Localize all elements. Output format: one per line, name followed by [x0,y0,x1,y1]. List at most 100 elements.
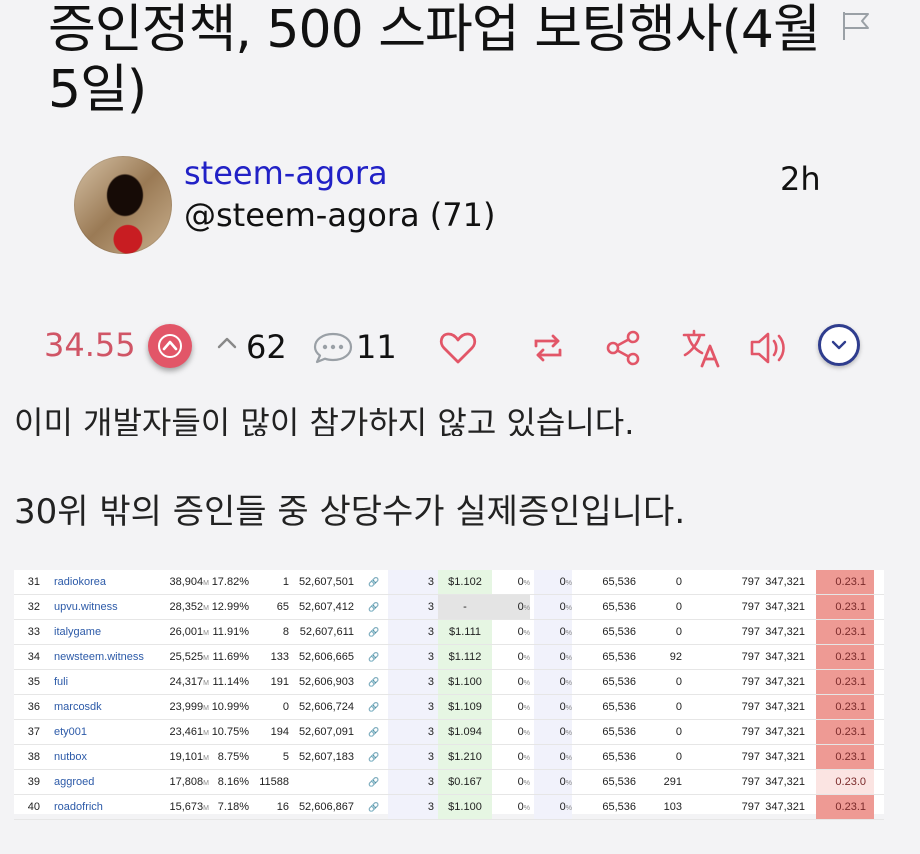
speaker-icon[interactable] [748,326,792,370]
link-icon[interactable]: 🔗 [366,770,382,794]
caret-up-icon[interactable] [214,330,240,356]
link-icon[interactable]: 🔗 [366,720,382,744]
comments-count[interactable]: 11 [356,328,397,366]
flag-icon[interactable] [838,8,874,44]
price-feed-cell: $1.210 [438,745,492,769]
vote-percent-cell: 10.75% [211,726,249,738]
votes-cell: 23,999M [169,701,210,713]
count-cell: 797 [741,701,760,713]
witness-name-link[interactable]: marcosdk [54,695,102,719]
version-count-cell: 3 [427,576,434,588]
vote-percent-cell: 7.18% [217,801,249,813]
percent-cell: 0% [534,795,572,819]
percent-cell: 0% [517,651,530,663]
block-size-cell: 65,536 [602,701,636,713]
translate-icon[interactable] [680,326,724,370]
version-count-cell: 3 [427,651,434,663]
author-name-link[interactable]: steem-agora [184,154,388,192]
link-icon[interactable]: 🔗 [366,795,382,819]
percent-cell: 0% [517,751,530,763]
price-feed-cell: $1.112 [438,645,492,669]
body-paragraph: 30위 밖의 증인들 중 상당수가 실제증인입니다. [14,492,686,532]
witness-name-link[interactable]: upvu.witness [54,595,118,619]
percent-cell: 0% [517,701,530,713]
chevron-down-icon [831,340,847,350]
last-block-cell: 52,607,501 [298,576,354,588]
share-icon[interactable] [602,326,646,370]
count-cell: 92 [669,651,682,663]
heart-icon[interactable] [436,326,480,370]
count-cell: 797 [741,576,760,588]
witness-name-link[interactable]: aggroed [54,770,94,794]
table-row: 33 italygame 26,001M 11.91% 8 52,607,611 🔗 3 $1.… [14,620,884,645]
last-block-cell: 52,607,091 [298,726,354,738]
percent-cell: 0% [534,745,572,769]
expand-button[interactable] [818,324,860,366]
price-feed-cell: $0.167 [438,770,492,794]
witness-name-link[interactable]: italygame [54,620,101,644]
count-cell: 347,321 [765,751,805,763]
link-icon[interactable]: 🔗 [366,620,382,644]
count-cell: 347,321 [765,601,805,613]
upvote-icon [158,334,182,358]
percent-cell: 0% [517,626,530,638]
block-size-cell: 65,536 [602,751,636,763]
post-time: 2h [780,160,821,198]
count-cell: 0 [675,576,682,588]
votes-count[interactable]: 62 [246,328,287,366]
link-icon[interactable]: 🔗 [366,670,382,694]
vote-percent-cell: 8.75% [217,751,249,763]
version-count-cell: 3 [427,726,434,738]
action-bar: 34.55 62 11 [0,320,920,380]
percent-cell: 0% [534,770,572,794]
missed-blocks-cell: 16 [276,801,289,813]
count-cell: 103 [663,801,682,813]
rank-cell: 40 [27,801,40,813]
rank-cell: 37 [27,726,40,738]
witness-name-link[interactable]: fuli [54,670,68,694]
block-size-cell: 65,536 [602,801,636,813]
rank-cell: 34 [27,651,40,663]
table-row: 36 marcosdk 23,999M 10.99% 0 52,606,724 🔗 3 $1.1… [14,695,884,720]
missed-blocks-cell: 11588 [259,776,289,788]
payout-value[interactable]: 34.55 [44,326,136,364]
percent-cell: 0% [492,595,530,619]
version-count-cell: 3 [427,676,434,688]
upvote-button[interactable] [148,324,192,368]
witness-name-link[interactable]: nutbox [54,745,87,769]
price-feed-cell: $1.102 [438,570,492,594]
price-feed-cell: $1.111 [438,620,492,644]
author-handle[interactable]: @steem-agora (71) [184,196,495,234]
witness-name-link[interactable]: radiokorea [54,570,106,594]
count-cell: 347,321 [765,651,805,663]
vote-percent-cell: 11.69% [212,651,250,663]
version-count-cell: 3 [427,626,434,638]
witness-name-link[interactable]: ety001 [54,720,87,744]
vote-percent-cell: 17.82% [211,576,249,588]
votes-cell: 23,461M [169,726,210,738]
link-icon[interactable]: 🔗 [366,595,382,619]
link-icon[interactable]: 🔗 [366,645,382,669]
witness-name-link[interactable]: newsteem.witness [54,645,144,669]
link-icon[interactable]: 🔗 [366,695,382,719]
comment-icon[interactable] [312,330,354,366]
count-cell: 347,321 [765,801,805,813]
count-cell: 347,321 [765,726,805,738]
resteem-icon[interactable] [526,326,570,370]
count-cell: 347,321 [765,576,805,588]
percent-cell: 0% [517,726,530,738]
missed-blocks-cell: 191 [270,676,289,688]
missed-blocks-cell: 0 [282,701,289,713]
avatar[interactable] [74,156,172,254]
votes-cell: 26,001M [169,626,210,638]
percent-cell: 0% [517,801,530,813]
witness-name-link[interactable]: roadofrich [54,795,103,819]
price-feed-cell: $1.094 [438,720,492,744]
link-icon[interactable]: 🔗 [366,570,382,594]
count-cell: 797 [741,626,760,638]
count-cell: 347,321 [765,776,805,788]
link-icon[interactable]: 🔗 [366,745,382,769]
version-cell: 0.23.1 [816,570,874,594]
last-block-cell: 52,607,183 [298,751,354,763]
percent-cell: 0% [534,720,572,744]
